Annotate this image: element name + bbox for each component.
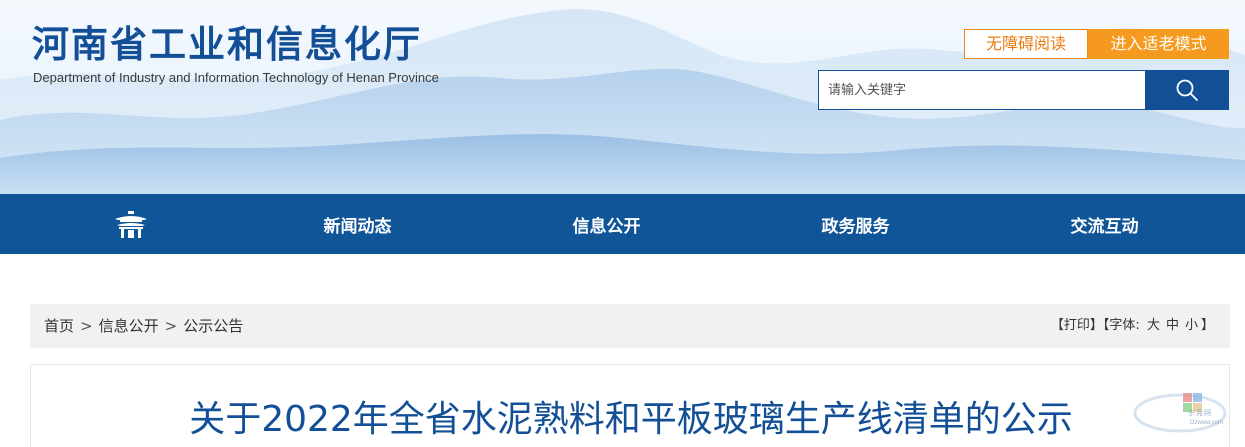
breadcrumb: 首页 > 信息公开 > 公示公告 bbox=[44, 304, 243, 348]
breadcrumb-separator: > bbox=[80, 317, 93, 335]
font-size-large[interactable]: 大 bbox=[1147, 318, 1160, 333]
article-container: 关于2022年全省水泥熟料和平板玻璃生产线清单的公示 bbox=[30, 364, 1230, 447]
breadcrumb-announcements[interactable]: 公示公告 bbox=[183, 317, 243, 335]
font-size-medium[interactable]: 中 bbox=[1166, 318, 1179, 333]
search-button[interactable] bbox=[1145, 70, 1229, 110]
nav-home[interactable] bbox=[6, 194, 255, 254]
accessible-reading-button[interactable]: 无障碍阅读 bbox=[964, 29, 1088, 59]
search-icon bbox=[1176, 79, 1198, 101]
print-button[interactable]: 【打印】 bbox=[1051, 318, 1103, 333]
watermark-logo bbox=[1133, 393, 1227, 433]
breadcrumb-separator: > bbox=[164, 317, 178, 335]
pavilion-home-icon bbox=[114, 211, 147, 238]
font-size-close: 】 bbox=[1200, 318, 1214, 333]
nav-info-disclosure[interactable]: 信息公开 bbox=[482, 194, 731, 254]
nav-gov-services[interactable]: 政务服务 bbox=[731, 194, 980, 254]
breadcrumb-info-disclosure[interactable]: 信息公开 bbox=[99, 317, 159, 335]
nav-interaction[interactable]: 交流互动 bbox=[980, 194, 1229, 254]
article-title: 关于2022年全省水泥熟料和平板玻璃生产线清单的公示 bbox=[189, 399, 1073, 440]
font-size-small[interactable]: 小 bbox=[1185, 318, 1198, 333]
breadcrumb-bar: 首页 > 信息公开 > 公示公告 【打印】【字体: 大中小】 bbox=[30, 304, 1230, 348]
watermark-text: 东莞网 bbox=[1188, 409, 1212, 417]
search-input[interactable] bbox=[818, 70, 1146, 110]
nav-news[interactable]: 新闻动态 bbox=[233, 194, 482, 254]
page-tools: 【打印】【字体: 大中小】 bbox=[1051, 304, 1214, 348]
font-size-label: 【字体: bbox=[1102, 318, 1140, 333]
watermark-domain: Dzwww.com bbox=[1190, 420, 1224, 426]
breadcrumb-home[interactable]: 首页 bbox=[44, 317, 74, 335]
elder-mode-button[interactable]: 进入适老模式 bbox=[1088, 29, 1229, 59]
main-nav: 新闻动态 信息公开 政务服务 交流互动 bbox=[0, 194, 1245, 254]
site-subtitle: Department of Industry and Information T… bbox=[33, 70, 439, 85]
site-title: 河南省工业和信息化厅 bbox=[32, 23, 422, 66]
